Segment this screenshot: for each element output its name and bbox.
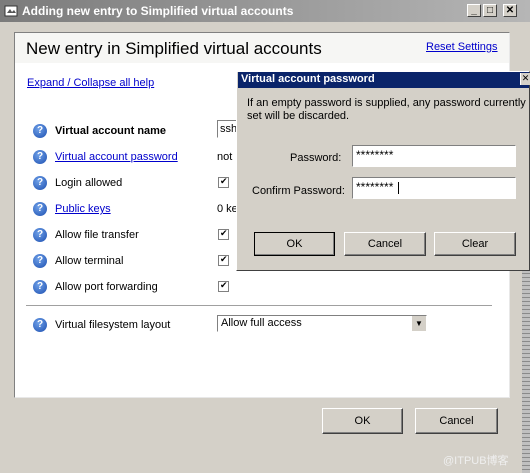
help-icon[interactable]: ?: [33, 202, 47, 216]
close-button[interactable]: ✕: [503, 4, 517, 17]
password-label: Password:: [290, 152, 342, 164]
window-title: Adding new entry to Simplified virtual a…: [22, 4, 294, 18]
chevron-down-icon[interactable]: ▼: [411, 316, 426, 331]
minimize-button[interactable]: _: [467, 4, 481, 17]
virtual-filesystem-layout-select[interactable]: Allow full access ▼: [217, 315, 427, 332]
help-icon[interactable]: ?: [33, 124, 47, 138]
allow-port-forwarding-checkbox[interactable]: [218, 280, 229, 292]
allow-file-transfer-checkbox[interactable]: [218, 228, 229, 240]
expand-collapse-help-link[interactable]: Expand / Collapse all help: [27, 77, 154, 89]
dialog-clear-button[interactable]: Clear: [434, 232, 516, 256]
virtual-account-name-value: ssh: [220, 123, 238, 135]
dialog-ok-button[interactable]: OK: [254, 232, 335, 256]
confirm-password-field[interactable]: ********: [352, 177, 516, 199]
confirm-password-label: Confirm Password:: [252, 185, 345, 197]
help-icon[interactable]: ?: [33, 254, 47, 268]
ok-button[interactable]: OK: [322, 408, 403, 434]
dialog-info-line-1: If an empty password is supplied, any pa…: [247, 97, 526, 109]
dialog-close-icon[interactable]: ✕: [520, 73, 530, 85]
help-icon[interactable]: ?: [33, 280, 47, 294]
help-icon[interactable]: ?: [33, 176, 47, 190]
page-title: New entry in Simplified virtual accounts: [26, 39, 322, 58]
reset-settings-link[interactable]: Reset Settings: [426, 41, 498, 53]
help-icon[interactable]: ?: [33, 318, 47, 332]
allow-terminal-checkbox[interactable]: [218, 254, 229, 266]
help-icon[interactable]: ?: [33, 228, 47, 242]
text-cursor: [398, 182, 399, 194]
confirm-password-value: ********: [356, 180, 394, 194]
public-keys-value: 0 ke: [217, 203, 238, 215]
public-keys-link[interactable]: Public keys: [55, 203, 111, 215]
virtual-filesystem-layout-label: Virtual filesystem layout: [55, 319, 171, 331]
password-value: ********: [356, 148, 394, 162]
help-icon[interactable]: ?: [33, 150, 47, 164]
maximize-button[interactable]: □: [483, 4, 497, 17]
dialog-title: Virtual account password: [241, 73, 375, 85]
window-title-bar[interactable]: Adding new entry to Simplified virtual a…: [0, 0, 530, 22]
virtual-account-password-link[interactable]: Virtual account password: [55, 151, 178, 163]
allow-file-transfer-label: Allow file transfer: [55, 229, 139, 241]
virtual-account-password-value: not: [217, 151, 233, 163]
allow-terminal-label: Allow terminal: [55, 255, 124, 267]
allow-port-forwarding-label: Allow port forwarding: [55, 281, 158, 293]
cancel-button[interactable]: Cancel: [415, 408, 498, 434]
password-field[interactable]: ********: [352, 145, 516, 167]
dialog-title-bar[interactable]: Virtual account password: [238, 72, 529, 88]
login-allowed-checkbox[interactable]: [218, 176, 229, 188]
divider: [26, 305, 492, 307]
dialog-cancel-button[interactable]: Cancel: [344, 232, 426, 256]
virtual-filesystem-layout-value: Allow full access: [221, 317, 302, 329]
dialog-info-line-2: set will be discarded.: [247, 110, 350, 122]
watermark: @ITPUB博客: [443, 455, 509, 467]
login-allowed-label: Login allowed: [55, 177, 123, 189]
app-icon: [4, 5, 18, 17]
virtual-account-name-label: Virtual account name: [55, 125, 167, 137]
background-window-edge: [522, 270, 530, 473]
